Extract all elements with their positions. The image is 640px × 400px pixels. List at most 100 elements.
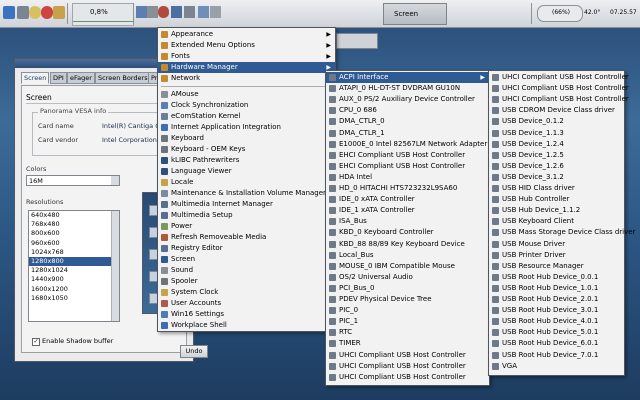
usb-item-usb-keyboard-client[interactable]: USB Keyboard Client	[489, 216, 624, 227]
tab-efager[interactable]: eFager	[67, 72, 95, 84]
menu-item-language-viewer[interactable]: Language Viewer	[158, 166, 335, 177]
menu-item-power[interactable]: Power	[158, 221, 335, 232]
resolution-option[interactable]: 1600x1200	[29, 285, 119, 294]
resolution-option[interactable]: 1440x900	[29, 275, 119, 284]
system-setup-icon[interactable]	[158, 6, 169, 18]
hw-item-pic-1[interactable]: PIC_1	[326, 316, 489, 327]
usb-item-usb-root-hub-device-4-0-1[interactable]: USB Root Hub Device_4.0.1	[489, 316, 624, 327]
usb-item-usb-root-hub-device-0-0-1[interactable]: USB Root Hub Device_0.0.1	[489, 272, 624, 283]
window-list-icon[interactable]	[136, 6, 147, 18]
usb-item-uhci-compliant-usb-host-controller[interactable]: UHCI Compliant USB Host Controller	[489, 83, 629, 94]
menu-item-ecomstation-kernel[interactable]: eComStation Kernel	[158, 111, 335, 122]
menu-item-multimedia-setup[interactable]: Multimedia Setup	[158, 210, 335, 221]
printer-icon[interactable]	[210, 6, 221, 18]
menu-item-sound[interactable]: Sound	[158, 265, 335, 276]
usb-item-usb-mouse-driver[interactable]: USB Mouse Driver	[489, 239, 624, 250]
hw-item-os-2-universal-audio[interactable]: OS/2 Universal Audio	[326, 272, 489, 283]
usb-item-usb-root-hub-device-3-0-1[interactable]: USB Root Hub Device_3.0.1	[489, 305, 624, 316]
hw-item-dma-ctlr-1[interactable]: DMA_CTLR_1	[326, 128, 489, 139]
usb-item-usb-root-hub-device-1-0-1[interactable]: USB Root Hub Device_1.0.1	[489, 283, 624, 294]
shadow-buffer-checkbox[interactable]: ✓	[32, 338, 40, 346]
menu-item-keyboard[interactable]: Keyboard	[158, 133, 335, 144]
usb-item-usb-device-1-1-3[interactable]: USB Device_1.1.3	[489, 128, 624, 139]
usb-item-usb-root-hub-device-5-0-1[interactable]: USB Root Hub Device_5.0.1	[489, 327, 624, 338]
menu-item-network[interactable]: Network▶	[158, 73, 335, 84]
usb-item-vga[interactable]: VGA	[489, 361, 624, 372]
menu-item-workplace-shell[interactable]: Workplace Shell	[158, 320, 335, 331]
tab-screen[interactable]: Screen	[21, 72, 50, 84]
hw-item-uhci-compliant-usb-host-controller[interactable]: UHCI Compliant USB Host Controller	[326, 372, 489, 383]
resolution-option[interactable]: 640x480	[29, 211, 119, 220]
hw-item-uhci-compliant-usb-host-controller[interactable]: UHCI Compliant USB Host Controller	[326, 361, 489, 372]
resolution-option[interactable]: 1680x1050	[29, 294, 119, 303]
menu-item-klibc-pathrewriters[interactable]: kLIBC Pathrewriters	[158, 155, 335, 166]
menu-item-fonts[interactable]: Fonts ▶	[158, 51, 335, 62]
usb-item-usb-hub-device-1-1-2[interactable]: USB Hub Device_1.1.2	[489, 205, 624, 216]
tab-dpi[interactable]: DPI	[50, 72, 67, 84]
scrollbar[interactable]	[111, 211, 119, 321]
hw-item-atapi-0-hl-dt-st-dvdram-gu10n[interactable]: ATAPI_0 HL-DT-ST DVDRAM GU10N	[326, 83, 489, 94]
colors-dropdown[interactable]: 16M	[26, 175, 120, 186]
menu-item-keyboard-oem-keys[interactable]: Keyboard - OEM Keys	[158, 144, 335, 155]
hw-item-acpi-interface[interactable]: ACPI Interface ▶	[326, 72, 489, 83]
tab-screen-borders[interactable]: Screen Borders	[95, 72, 151, 84]
hw-item-e1000e-0-intel-82567lm-network-adapter[interactable]: E1000E_0 Intel 82567LM Network Adapter	[326, 139, 489, 150]
hw-item-kbd-0-keyboard-controller[interactable]: KBD_0 Keyboard Controller	[326, 227, 489, 238]
resolution-option[interactable]: 800x600	[29, 229, 119, 238]
lock-icon[interactable]	[53, 6, 65, 19]
usb-item-usb-cdrom-device-class-driver[interactable]: USB CDROM Device Class driver	[489, 105, 624, 116]
undo-button[interactable]: Undo	[180, 345, 208, 358]
hw-item-pci-bus-0[interactable]: PCI_Bus_0	[326, 283, 489, 294]
menu-item-multimedia-internet-manager[interactable]: Multimedia Internet Manager	[158, 199, 335, 210]
hw-item-uhci-compliant-usb-host-controller[interactable]: UHCI Compliant USB Host Controller	[326, 350, 489, 361]
resolution-option[interactable]: 1280x1024	[29, 266, 119, 275]
resolutions-list[interactable]: 640x480 768x480 800x600 960x600 1024x768 1280…	[28, 210, 120, 322]
menu-item-maintenance-installation-volume-manager[interactable]: Maintenance & Installation Volume Manage…	[158, 188, 335, 199]
hw-item-kbd-88-88-89-key-keyboard-device[interactable]: KBD_88 88/89 Key Keyboard Device	[326, 239, 489, 250]
drive-icon[interactable]	[184, 6, 195, 18]
usb-item-uhci-compliant-usb-host-controller[interactable]: UHCI Compliant USB Host Controller	[489, 94, 629, 105]
usb-item-usb-root-hub-device-2-0-1[interactable]: USB Root Hub Device_2.0.1	[489, 294, 624, 305]
drives-icon[interactable]	[17, 6, 29, 19]
resolution-option[interactable]: 1024x768	[29, 248, 119, 257]
menu-item-user-accounts[interactable]: User Accounts	[158, 298, 335, 309]
resolution-option[interactable]: 768x480	[29, 220, 119, 229]
tools-icon[interactable]	[147, 6, 158, 18]
hw-item-local-bus[interactable]: Local_Bus	[326, 250, 489, 261]
usb-item-usb-printer-driver[interactable]: USB Printer Driver	[489, 250, 624, 261]
folder-icon[interactable]	[171, 6, 182, 18]
clock-icon[interactable]	[29, 6, 41, 19]
hw-item-isa-bus[interactable]: ISA_Bus	[326, 216, 489, 227]
hw-item-timer[interactable]: TIMER	[326, 338, 489, 349]
menu-item-appearance[interactable]: Appearance ▶	[158, 29, 335, 40]
usb-item-usb-mass-storage-device-class-driver[interactable]: USB Mass Storage Device Class driver	[489, 227, 635, 238]
menu-item-extended-menu-options[interactable]: Extended Menu Options ▶	[158, 40, 335, 51]
usb-item-usb-root-hub-device-7-0-1[interactable]: USB Root Hub Device_7.0.1	[489, 350, 624, 361]
usb-item-usb-device-1-2-5[interactable]: USB Device_1.2.5	[489, 150, 624, 161]
menu-item-win16-settings[interactable]: Win16 Settings	[158, 309, 335, 320]
usb-item-usb-device-1-2-6[interactable]: USB Device_1.2.6	[489, 161, 624, 172]
hw-item-dma-ctlr-0[interactable]: DMA_CTLR_0	[326, 116, 489, 127]
menu-item-refresh-removeable-media[interactable]: Refresh Removeable Media	[158, 232, 335, 243]
hw-item-mouse-0-ibm-compatible-mouse[interactable]: MOUSE_0 IBM Compatible Mouse	[326, 261, 489, 272]
taskbar-window-screen[interactable]: Screen	[383, 3, 447, 25]
usb-item-usb-hid-class-driver[interactable]: USB HID Class driver	[489, 183, 624, 194]
menu-item-spooler[interactable]: Spooler	[158, 276, 335, 287]
hw-item-hd-0-hitachi-hts723232l9sa60[interactable]: HD_0 HITACHI HTS723232L9SA60	[326, 183, 489, 194]
usb-item-usb-root-hub-device-6-0-1[interactable]: USB Root Hub Device_6.0.1	[489, 338, 624, 349]
resolution-option[interactable]: 1280x800	[29, 256, 119, 267]
desktop-icon[interactable]	[198, 6, 209, 18]
usb-item-usb-resource-manager[interactable]: USB Resource Manager	[489, 261, 624, 272]
usb-item-usb-hub-controller[interactable]: USB Hub Controller	[489, 194, 624, 205]
hw-item-aux-0-ps-2-auxiliary-device-controller[interactable]: AUX_0 PS/2 Auxiliary Device Controller	[326, 94, 489, 105]
menu-item-amouse[interactable]: AMouse	[158, 89, 335, 100]
power-icon[interactable]	[41, 6, 53, 19]
hw-item-ide-0-xata-controller[interactable]: IDE_0 xATA Controller	[326, 194, 489, 205]
menu-item-system-clock[interactable]: System Clock	[158, 287, 335, 298]
hw-item-ehci-compliant-usb-host-controller[interactable]: EHCI Compliant USB Host Controller	[326, 150, 489, 161]
battery-indicator[interactable]: (66%)	[537, 5, 583, 22]
hw-item-pic-0[interactable]: PIC_0	[326, 305, 489, 316]
menu-item-locale[interactable]: Locale	[158, 177, 335, 188]
usb-item-usb-device-3-1-2[interactable]: USB Device_3.1.2	[489, 172, 624, 183]
menu-item-screen[interactable]: Screen	[158, 254, 335, 265]
